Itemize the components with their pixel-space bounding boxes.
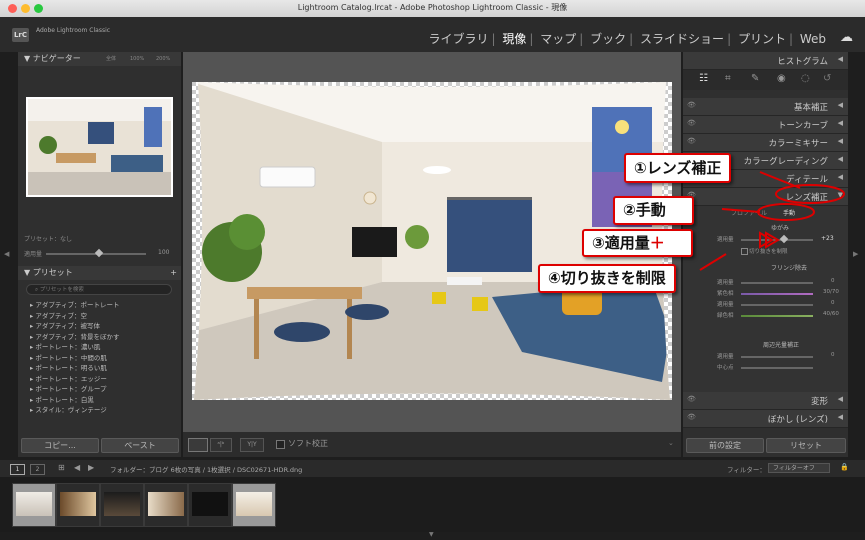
callout-constrain-crop: ④切り抜きを制限 xyxy=(538,264,676,293)
callout-manual: ②手動 xyxy=(613,196,694,225)
callout-amount-plus: ③適用量＋ xyxy=(582,229,693,257)
callout-lens-corrections: ①レンズ補正 xyxy=(624,153,732,183)
annotation-arrows xyxy=(699,171,845,271)
callout-plus-sign: ＋ xyxy=(649,234,665,252)
